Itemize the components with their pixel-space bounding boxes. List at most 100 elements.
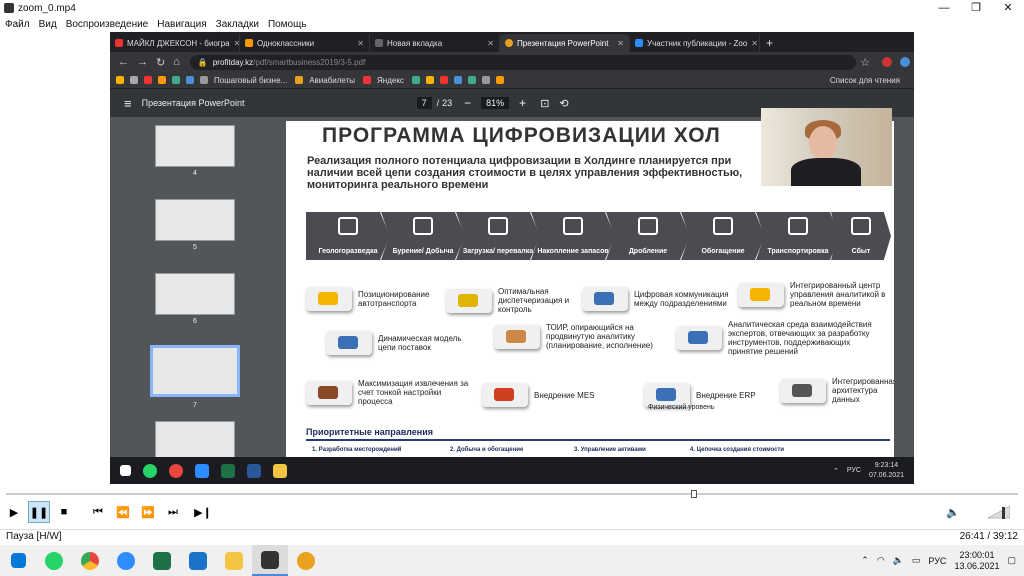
menu-bookmarks[interactable]: Закладки [216,19,259,30]
bookmark-link[interactable]: Пошаговый бизне... [214,76,287,85]
whatsapp-icon[interactable] [143,463,157,478]
close-tab-icon[interactable]: ✕ [230,39,239,48]
browser-tab[interactable]: Одноклассники ✕ [240,34,370,52]
star-icon[interactable]: ☆ [860,56,870,69]
windows-start-icon[interactable] [120,465,131,476]
page-thumbnail[interactable] [155,125,235,167]
volume-icon[interactable]: 🔈 [893,555,904,566]
volume-slider[interactable] [966,505,1011,519]
forward-icon[interactable]: → [137,56,148,68]
pause-button[interactable]: ❚❚ [28,501,50,523]
zoom-icon[interactable] [195,463,209,478]
page-thumbnail[interactable] [155,199,235,241]
browser-tab[interactable]: МАЙКЛ ДЖЕКСОН - биогра ✕ [110,34,240,52]
frame-step-button[interactable]: ▶❙ [192,501,214,523]
bookmark-icon[interactable] [411,76,420,84]
bookmark-icon[interactable] [186,76,194,84]
url-field[interactable]: 🔒 profitday.kz/pdf/smartbusiness2019/3-5.… [189,54,857,70]
close-tab-icon[interactable]: ✕ [747,39,758,48]
browser-tab-active[interactable]: Презентация PowerPoint ✕ [500,34,630,52]
bookmark-icon[interactable] [158,76,166,84]
close-button[interactable]: ✕ [992,0,1024,16]
bookmark-icon[interactable] [481,76,490,84]
bookmark-icon[interactable] [172,76,180,84]
extension-icon[interactable] [882,57,892,67]
profile-icon[interactable] [900,57,910,67]
minimize-button[interactable]: — [928,0,960,16]
seek-handle[interactable] [691,490,698,498]
taskbar-chrome[interactable] [72,545,108,576]
stop-button[interactable]: ■ [53,501,75,523]
taskbar-media-player[interactable] [252,545,288,576]
bookmark-link[interactable]: Авиабилеты [309,76,355,85]
zoom-in-icon[interactable]: + [519,96,526,110]
word-icon[interactable] [247,463,261,478]
page-separator: / [436,98,440,108]
chrome-icon[interactable] [169,463,183,478]
taskbar-photos[interactable] [180,545,216,576]
notifications-icon[interactable]: ▢ [1007,555,1016,566]
bookmark-icon[interactable] [144,76,152,84]
taskbar-lang[interactable]: РУС [928,556,946,566]
reload-icon[interactable]: ↻ [156,56,165,69]
close-tab-icon[interactable]: ✕ [353,39,364,48]
bookmark-icon[interactable] [453,76,462,84]
volume-control[interactable] [966,505,1011,519]
bookmark-icon[interactable] [200,76,208,84]
reading-list-link[interactable]: Список для чтения [830,76,900,85]
bookmark-icon[interactable] [425,76,434,84]
taskbar-zoom[interactable] [108,545,144,576]
maximize-button[interactable]: ❐ [960,0,992,16]
menu-navigation[interactable]: Навигация [157,19,206,30]
page-number-input[interactable]: 7 [416,97,432,109]
start-button[interactable] [0,545,36,576]
browser-tab[interactable]: Участник публикации - Zoo ✕ [630,34,760,52]
taskbar-whatsapp[interactable] [36,545,72,576]
tray-arrow-icon[interactable]: ⌃ [833,467,839,475]
close-tab-icon[interactable]: ✕ [483,39,494,48]
seek-bar[interactable] [0,490,1024,498]
folder-icon[interactable] [273,463,287,478]
bookmark-link[interactable]: Яндекс [377,76,404,85]
forward-button[interactable]: ⏩ [137,501,159,523]
next-button[interactable]: ⏭ [162,501,184,523]
program-item: Внедрение MES [482,383,622,407]
hamburger-menu-icon[interactable]: ≡ [124,96,132,111]
battery-icon[interactable]: ▭ [912,555,921,566]
bookmark-icon[interactable] [130,76,138,84]
bookmark-icon[interactable] [495,76,504,84]
bookmark-icon [295,76,304,84]
speaker-icon[interactable]: 🔈 [942,501,964,523]
play-button[interactable]: ▶ [3,501,25,523]
menu-file[interactable]: Файл [5,19,30,30]
tray-arrow-icon[interactable]: ⌃ [861,555,869,566]
menu-view[interactable]: Вид [39,19,57,30]
stockpile-icon [563,217,583,235]
new-tab-button[interactable]: + [760,34,779,52]
taskbar-app[interactable] [288,545,324,576]
excel-icon[interactable] [221,463,235,478]
page-thumbnail-selected[interactable] [150,345,240,397]
rotate-icon[interactable]: ⟲ [559,97,568,110]
rewind-button[interactable]: ⏪ [112,501,134,523]
zoom-out-icon[interactable]: − [464,96,471,110]
previous-button[interactable]: ⏮ [87,501,109,523]
home-icon[interactable]: ⌂ [173,56,180,68]
page-thumbnail[interactable] [155,273,235,315]
back-icon[interactable]: ← [118,56,129,68]
taskbar-explorer[interactable] [216,545,252,576]
zoom-level[interactable]: 81% [481,97,510,109]
browser-tab[interactable]: Новая вкладка ✕ [370,34,500,52]
close-tab-icon[interactable]: ✕ [613,39,624,48]
seek-track[interactable] [6,493,1018,495]
fit-page-icon[interactable]: ⊡ [540,97,549,110]
inner-lang[interactable]: РУС [847,467,861,474]
menu-playback[interactable]: Воспроизведение [66,19,149,30]
wifi-icon[interactable]: ◠ [877,555,885,566]
menu-help[interactable]: Помощь [268,19,307,30]
bookmark-icon[interactable] [116,76,124,84]
taskbar-excel[interactable] [144,545,180,576]
bookmark-icon[interactable] [439,76,448,84]
bookmark-icon[interactable] [467,76,476,84]
taskbar-clock[interactable]: 23:00:01 13.06.2021 [954,550,999,572]
